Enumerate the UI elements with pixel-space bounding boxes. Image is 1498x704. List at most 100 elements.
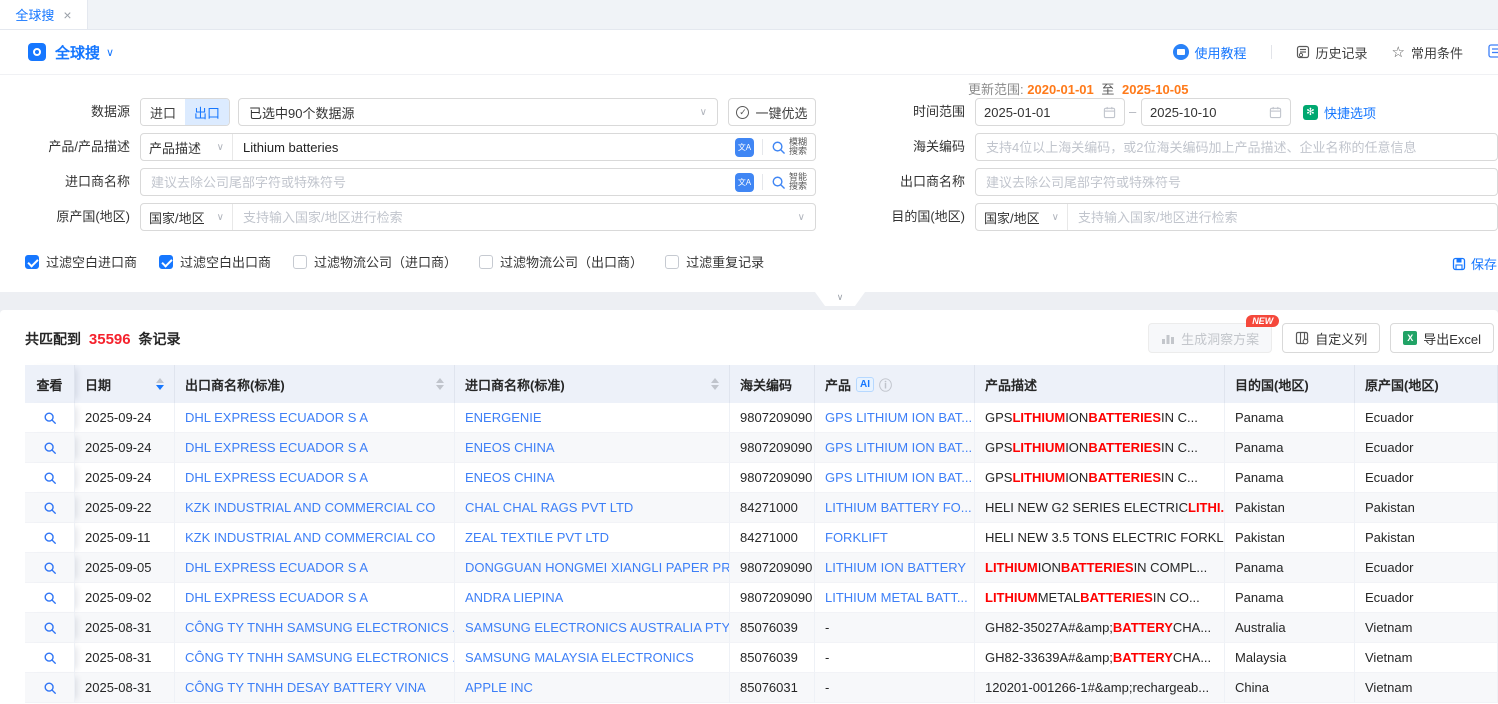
- view-button[interactable]: [25, 463, 75, 493]
- product-link[interactable]: LITHIUM METAL BATT...: [815, 583, 975, 613]
- save-button[interactable]: 保存: [1452, 254, 1497, 273]
- view-button[interactable]: [25, 523, 75, 553]
- export-excel-button[interactable]: X 导出Excel: [1390, 323, 1494, 353]
- custom-columns-button[interactable]: 自定义列: [1282, 323, 1380, 353]
- exporter-link[interactable]: DHL EXPRESS ECUADOR S A: [175, 583, 455, 613]
- clipped-action-icon: [1487, 43, 1498, 59]
- column-header-1[interactable]: 日期: [75, 365, 175, 403]
- checkbox-icon[interactable]: [665, 255, 679, 269]
- column-header-2[interactable]: 出口商名称(标准): [175, 365, 455, 403]
- optimize-button[interactable]: ✓ 一键优选: [728, 98, 816, 126]
- exporter-link[interactable]: DHL EXPRESS ECUADOR S A: [175, 463, 455, 493]
- exporter-link[interactable]: CÔNG TY TNHH DESAY BATTERY VINA: [175, 673, 455, 703]
- filter-checkbox-2[interactable]: 过滤物流公司（进口商）: [293, 252, 457, 271]
- importer-link[interactable]: ENEOS CHINA: [455, 433, 730, 463]
- view-button[interactable]: [25, 643, 75, 673]
- exporter-link[interactable]: KZK INDUSTRIAL AND COMMERCIAL CO: [175, 493, 455, 523]
- product-link[interactable]: FORKLIFT: [815, 523, 975, 553]
- importer-link[interactable]: DONGGUAN HONGMEI XIANGLI PAPER PR...: [455, 553, 730, 583]
- importer-link[interactable]: SAMSUNG MALAYSIA ELECTRONICS: [455, 643, 730, 673]
- importer-link[interactable]: ZEAL TEXTILE PVT LTD: [455, 523, 730, 553]
- column-header-label: 海关编码: [740, 375, 792, 394]
- header-actions: 使用教程 历史记录 ☆ 常用条件: [1173, 43, 1498, 62]
- excel-icon: X: [1403, 331, 1417, 345]
- product-link[interactable]: LITHIUM ION BATTERY: [815, 553, 975, 583]
- view-button[interactable]: [25, 673, 75, 703]
- destination-country-select[interactable]: 国家/地区 ∨: [976, 204, 1068, 230]
- tab-global-search[interactable]: 全球搜 ×: [0, 0, 88, 29]
- product-link[interactable]: GPS LITHIUM ION BAT...: [815, 463, 975, 493]
- origin-country-select[interactable]: 国家/地区 ∨: [141, 204, 233, 230]
- view-button[interactable]: [25, 493, 75, 523]
- favorites-button[interactable]: ☆ 常用条件: [1392, 43, 1463, 62]
- translate-icon[interactable]: 文A: [735, 138, 754, 157]
- chevron-down-icon: ∨: [217, 212, 224, 223]
- info-icon[interactable]: ⓘ: [879, 375, 892, 394]
- checkbox-icon[interactable]: [159, 255, 173, 269]
- view-button[interactable]: [25, 553, 75, 583]
- importer-link[interactable]: ENERGENIE: [455, 403, 730, 433]
- exporter-link[interactable]: DHL EXPRESS ECUADOR S A: [175, 433, 455, 463]
- collapse-handle[interactable]: ∨: [815, 292, 865, 306]
- sort-icon[interactable]: [711, 378, 719, 390]
- table-body: 2025-09-24DHL EXPRESS ECUADOR S AENERGEN…: [25, 403, 1498, 703]
- importer-link[interactable]: ANDRA LIEPINA: [455, 583, 730, 613]
- filter-checkbox-1[interactable]: 过滤空白出口商: [159, 252, 271, 271]
- view-magnifier-icon: [43, 651, 57, 665]
- importer-link[interactable]: CHAL CHAL RAGS PVT LTD: [455, 493, 730, 523]
- sort-icon[interactable]: [156, 378, 164, 390]
- checkbox-icon[interactable]: [293, 255, 307, 269]
- history-button[interactable]: 历史记录: [1296, 43, 1368, 62]
- filter-checkbox-3[interactable]: 过滤物流公司（出口商）: [479, 252, 643, 271]
- filter-checkbox-4[interactable]: 过滤重复记录: [665, 252, 764, 271]
- table-row: 2025-09-02DHL EXPRESS ECUADOR S AANDRA L…: [25, 583, 1498, 613]
- column-header-3[interactable]: 进口商名称(标准): [455, 365, 730, 403]
- sort-icon[interactable]: [436, 378, 444, 390]
- date-to-input[interactable]: 2025-10-10: [1141, 98, 1291, 126]
- export-button[interactable]: 出口: [185, 99, 229, 125]
- checkbox-icon[interactable]: [479, 255, 493, 269]
- checkbox-icon[interactable]: [25, 255, 39, 269]
- view-button[interactable]: [25, 613, 75, 643]
- product-link[interactable]: GPS LITHIUM ION BAT...: [815, 403, 975, 433]
- hscode-input[interactable]: [986, 140, 1487, 155]
- tab-close-icon[interactable]: ×: [63, 7, 71, 23]
- product-input[interactable]: [233, 140, 735, 155]
- import-button[interactable]: 进口: [141, 99, 185, 125]
- update-range: 更新范围: 2020-01-01 至 2025-10-05: [968, 79, 1189, 98]
- exporter-link[interactable]: DHL EXPRESS ECUADOR S A: [175, 553, 455, 583]
- product-type-select[interactable]: 产品描述 ∨: [141, 134, 233, 160]
- origin-input[interactable]: [233, 210, 798, 225]
- quick-options-button[interactable]: ✻ 快捷选项: [1303, 98, 1376, 126]
- product-link[interactable]: GPS LITHIUM ION BAT...: [815, 433, 975, 463]
- column-header-4: 海关编码: [730, 365, 815, 403]
- clipped-action[interactable]: [1487, 43, 1498, 62]
- destination-input[interactable]: [1068, 210, 1497, 225]
- insight-button[interactable]: 生成洞察方案 NEW: [1148, 323, 1272, 353]
- view-button[interactable]: [25, 433, 75, 463]
- cell-destination: Australia: [1225, 613, 1355, 643]
- exporter-link[interactable]: KZK INDUSTRIAL AND COMMERCIAL CO: [175, 523, 455, 553]
- column-header-0: 查看: [25, 365, 75, 403]
- tutorial-button[interactable]: 使用教程: [1173, 43, 1247, 62]
- smart-search-button[interactable]: 智能搜索: [771, 173, 807, 191]
- exporter-input[interactable]: [986, 175, 1487, 190]
- view-button[interactable]: [25, 403, 75, 433]
- exporter-link[interactable]: CÔNG TY TNHH SAMSUNG ELECTRONICS ...: [175, 643, 455, 673]
- view-button[interactable]: [25, 583, 75, 613]
- exporter-link[interactable]: DHL EXPRESS ECUADOR S A: [175, 403, 455, 433]
- view-magnifier-icon: [43, 441, 57, 455]
- date-from-input[interactable]: 2025-01-01: [975, 98, 1125, 126]
- column-header-label: 查看: [36, 375, 62, 394]
- product-link[interactable]: LITHIUM BATTERY FO...: [815, 493, 975, 523]
- importer-link[interactable]: ENEOS CHINA: [455, 463, 730, 493]
- importer-link[interactable]: SAMSUNG ELECTRONICS AUSTRALIA PTY: [455, 613, 730, 643]
- filter-checkbox-0[interactable]: 过滤空白进口商: [25, 252, 137, 271]
- datasource-select[interactable]: 已选中90个数据源 ∨: [238, 98, 718, 126]
- importer-input[interactable]: [141, 175, 735, 190]
- translate-icon[interactable]: 文A: [735, 173, 754, 192]
- fuzzy-search-button[interactable]: 模糊搜索: [771, 138, 807, 156]
- title-chevron-icon[interactable]: ∨: [106, 46, 114, 59]
- importer-link[interactable]: APPLE INC: [455, 673, 730, 703]
- exporter-link[interactable]: CÔNG TY TNHH SAMSUNG ELECTRONICS ...: [175, 613, 455, 643]
